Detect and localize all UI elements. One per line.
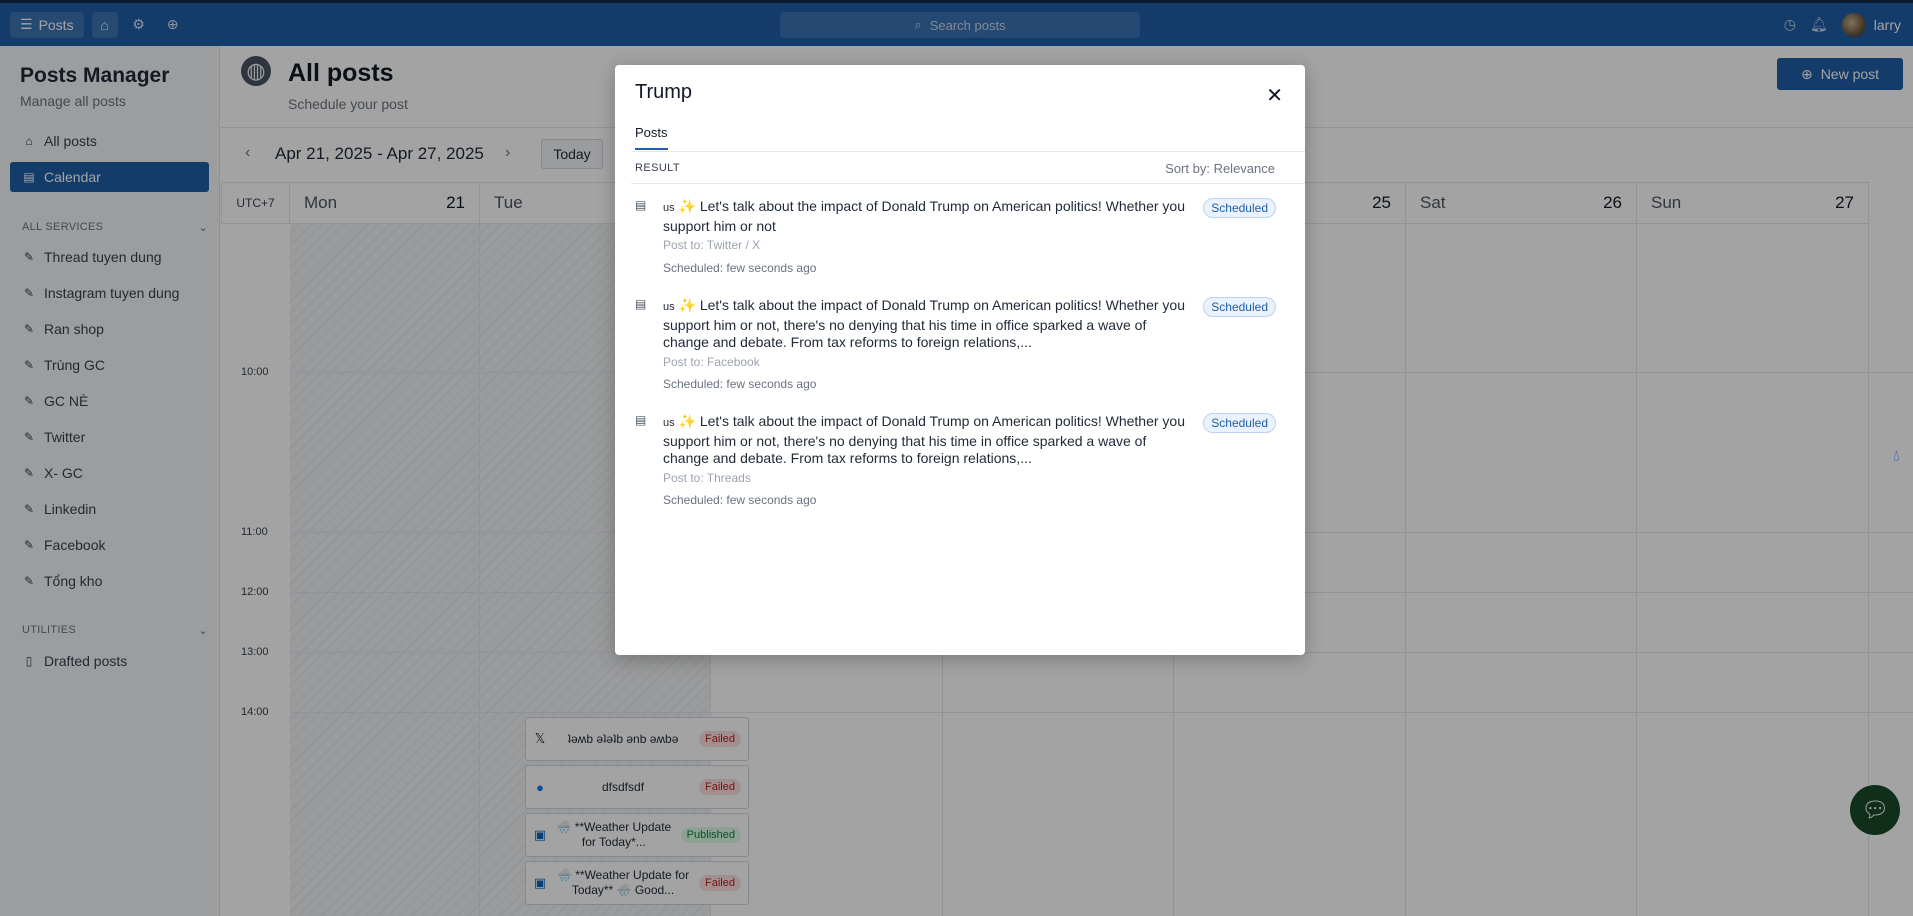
sort-dropdown[interactable]: Sort by: Relevance: [1165, 161, 1275, 176]
sparkle-icon: ✨: [678, 297, 696, 313]
result-text: Let's talk about the impact of Donald Tr…: [663, 198, 1185, 234]
modal-title: Trump: [635, 81, 693, 103]
flag-label: us: [663, 301, 675, 313]
status-badge: Scheduled: [1203, 297, 1276, 317]
tab-divider: [631, 151, 1305, 152]
post-to: Post to: Twitter / X: [663, 238, 761, 252]
flag-label: us: [663, 417, 675, 429]
document-icon: ▤: [635, 413, 647, 427]
result-text: Let's talk about the impact of Donald Tr…: [663, 297, 1185, 350]
post-to: Post to: Threads: [663, 470, 751, 485]
search-results-modal: Trump ✕ Posts RESULT Sort by: Relevance …: [615, 65, 1305, 655]
status-badge: Scheduled: [1203, 413, 1276, 433]
flag-label: us: [663, 202, 675, 214]
scheduled-time: Scheduled: few seconds ago: [663, 493, 817, 507]
scheduled-time: Scheduled: few seconds ago: [663, 260, 817, 275]
divider: [631, 183, 1305, 184]
result-label: RESULT: [635, 162, 680, 174]
tab-posts[interactable]: Posts: [635, 125, 668, 150]
close-icon[interactable]: ✕: [1266, 83, 1283, 108]
sparkle-icon: ✨: [678, 198, 696, 214]
result-text: Let's talk about the impact of Donald Tr…: [663, 413, 1185, 466]
document-icon: ▤: [635, 297, 647, 311]
status-badge: Scheduled: [1203, 198, 1276, 218]
document-icon: ▤: [635, 198, 647, 212]
post-to: Post to: Facebook: [663, 354, 760, 369]
scheduled-time: Scheduled: few seconds ago: [663, 377, 817, 391]
sparkle-icon: ✨: [678, 413, 696, 429]
